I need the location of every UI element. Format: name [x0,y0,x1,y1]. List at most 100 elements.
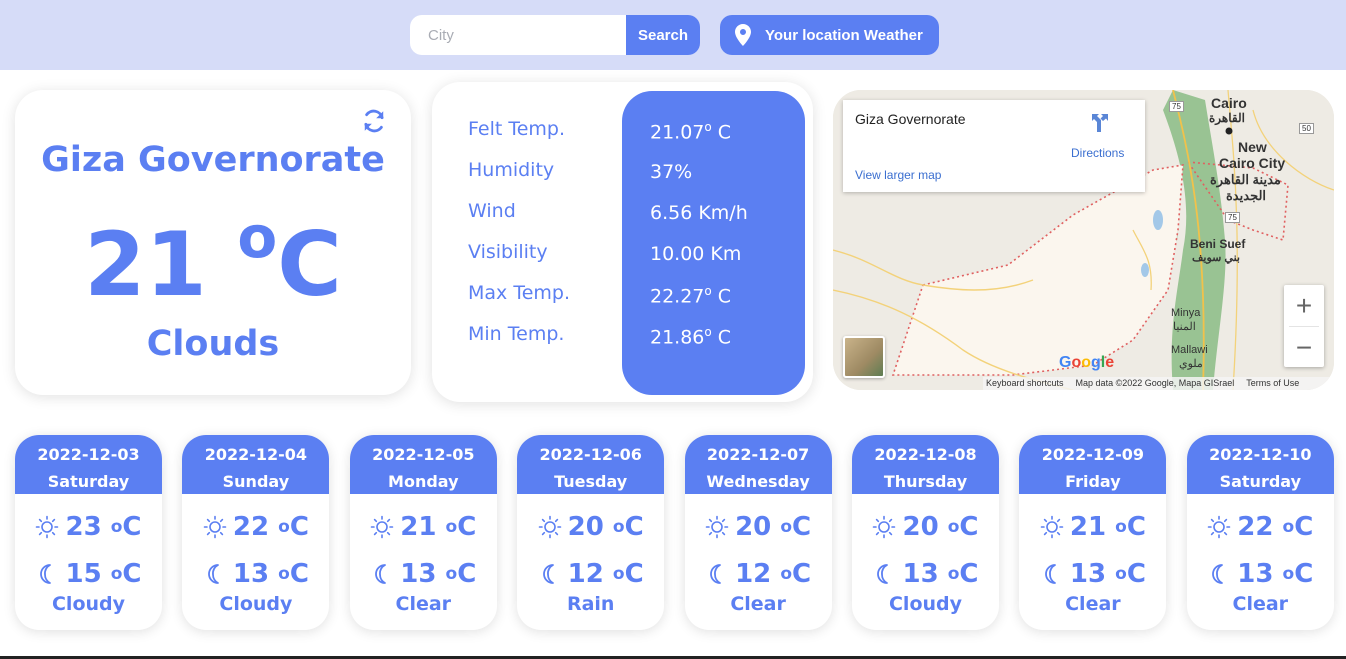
keyboard-shortcuts-link[interactable]: Keyboard shortcuts [986,377,1064,390]
forecast-weekday: Friday [1065,472,1121,491]
forecast-high: 20 oC [517,503,664,550]
forecast-low-value: 13 [232,558,270,589]
degree-symbol: o [278,563,290,584]
forecast-date: 2022-12-06 [539,445,642,464]
sun-icon [203,515,227,538]
view-larger-map-link[interactable]: View larger map [855,168,941,182]
moon-icon [710,563,721,584]
forecast-low: 12 oC [685,550,832,597]
visibility-label: Visibility [468,241,548,263]
zoom-in-button[interactable]: + [1284,285,1324,326]
map-info-card: Giza Governorate Directions View larger … [843,100,1145,192]
top-bar: Search Your location Weather [0,0,1346,70]
search-button[interactable]: Search [626,15,700,55]
degree-symbol: o [947,516,960,537]
forecast-high-value: 20 [735,511,772,542]
forecast-day-card: 2022-12-03 Saturday 23 o C 15 o C Cloudy [15,435,162,630]
forecast-unit: C [1294,558,1314,589]
forecast-date: 2022-12-05 [372,445,475,464]
forecast-high-value: 23 [65,511,102,542]
forecast-day-card: 2022-12-04 Sunday 22 o C 13 o C Cloudy [182,435,330,630]
directions-icon[interactable] [1089,112,1111,134]
forecast-weekday: Thursday [883,472,968,491]
directions-link[interactable]: Directions [1071,146,1124,160]
location-pin-icon [735,24,751,46]
map-label-cairo-ar: القاهرة [1209,111,1245,125]
min-temp-value: 21.86o C [650,325,732,349]
city-search-input[interactable] [410,15,626,55]
your-location-weather-button[interactable]: Your location Weather [720,15,939,55]
forecast-high-value: 21 [400,511,437,542]
forecast-condition: Cloudy [51,593,126,615]
degree-symbol: o [1282,563,1295,584]
map-road-75-north: 75 [1169,101,1184,112]
current-temperature: 21 oC [15,208,411,309]
forecast-condition: Clear [1065,593,1121,615]
forecast-day-header: 2022-12-04 Sunday [182,435,330,494]
forecast-day-card: 2022-12-06 Tuesday 20 o C 12 o C Rain [517,435,665,630]
degree-symbol: o [278,516,290,537]
forecast-unit: C [624,558,644,589]
max-temp-label: Max Temp. [468,282,570,304]
degree-symbol: o [1115,516,1127,537]
degree-symbol: o [110,563,123,584]
map-label-minya-ar: المنيا [1173,321,1196,333]
current-condition: Clouds [146,324,280,364]
map-zoom-controls: + − [1284,285,1324,367]
degree-symbol: o [445,516,458,537]
forecast-unit: C [122,511,142,542]
degree-symbol: o [947,563,960,584]
forecast-high: 20 oC [852,503,999,550]
map-label-cairo-city: Cairo City [1219,155,1286,171]
forecast-condition: Cloudy [888,593,963,615]
current-weather-card: Giza Governorate 21 oC Clouds [15,90,411,395]
map-label-mallawi-ar: ملوي [1179,358,1203,370]
forecast-low-value: 13 [902,558,939,589]
visibility-value: 10.00 Km [650,243,742,265]
forecast-high: 21 oC [350,503,497,550]
forecast-day-header: 2022-12-09 Friday [1019,435,1167,494]
forecast-date: 2022-12-09 [1041,445,1145,464]
min-temp-label: Min Temp. [468,323,565,345]
map-label-new-cairo-ar-2: الجديدة [1226,188,1267,203]
forecast-high: 23 oC [15,503,162,550]
degree-symbol: o [110,516,123,537]
forecast-day-header: 2022-12-08 Thursday [852,435,999,494]
forecast-day-card: 2022-12-08 Thursday 20 o C 13 o C Cloudy [852,435,999,630]
degree-symbol: o [612,563,625,584]
moon-icon [40,563,52,584]
degree-symbol: o [612,516,625,537]
forecast-unit: C [289,558,309,589]
forecast-high-value: 20 [567,511,604,542]
map-label-beni-suef: Beni Suef [1190,237,1246,251]
forecast-high-value: 20 [902,511,939,542]
embedded-map[interactable]: Cairo القاهرة New Cairo City مدينة القاه… [833,90,1334,390]
forecast-unit: C [289,511,309,542]
felt-temp-label: Felt Temp. [468,118,566,140]
forecast-date: 2022-12-08 [874,445,977,464]
forecast-high-value: 21 [1069,511,1107,542]
forecast-date: 2022-12-10 [1209,445,1312,464]
refresh-icon[interactable] [361,108,387,134]
forecast-low: 13 oC [182,550,329,597]
moon-icon [542,563,554,584]
forecast-weekday: Sunday [222,472,290,491]
forecast-low-value: 15 [65,558,102,589]
forecast-date: 2022-12-04 [204,445,308,464]
terms-of-use-link[interactable]: Terms of Use [1246,377,1299,390]
forecast-unit: C [792,511,812,542]
map-label-mallawi: Mallawi [1171,344,1208,356]
forecast-day-card: 2022-12-05 Monday 21 o C 13 o C Clear [349,435,497,630]
forecast-high: 22 oC [1187,503,1334,550]
sun-icon [1207,515,1231,538]
forecast-condition: Clear [395,593,452,615]
sun-icon [370,515,394,538]
sun-icon [538,515,561,538]
temperature-unit: C [277,213,342,316]
forecast-unit: C [457,511,477,542]
map-footer: Keyboard shortcuts Map data ©2022 Google… [983,377,1334,390]
google-logo: Google [1059,354,1115,371]
zoom-out-button[interactable]: − [1284,327,1324,368]
map-satellite-toggle[interactable] [843,336,885,378]
moon-icon [375,563,387,584]
